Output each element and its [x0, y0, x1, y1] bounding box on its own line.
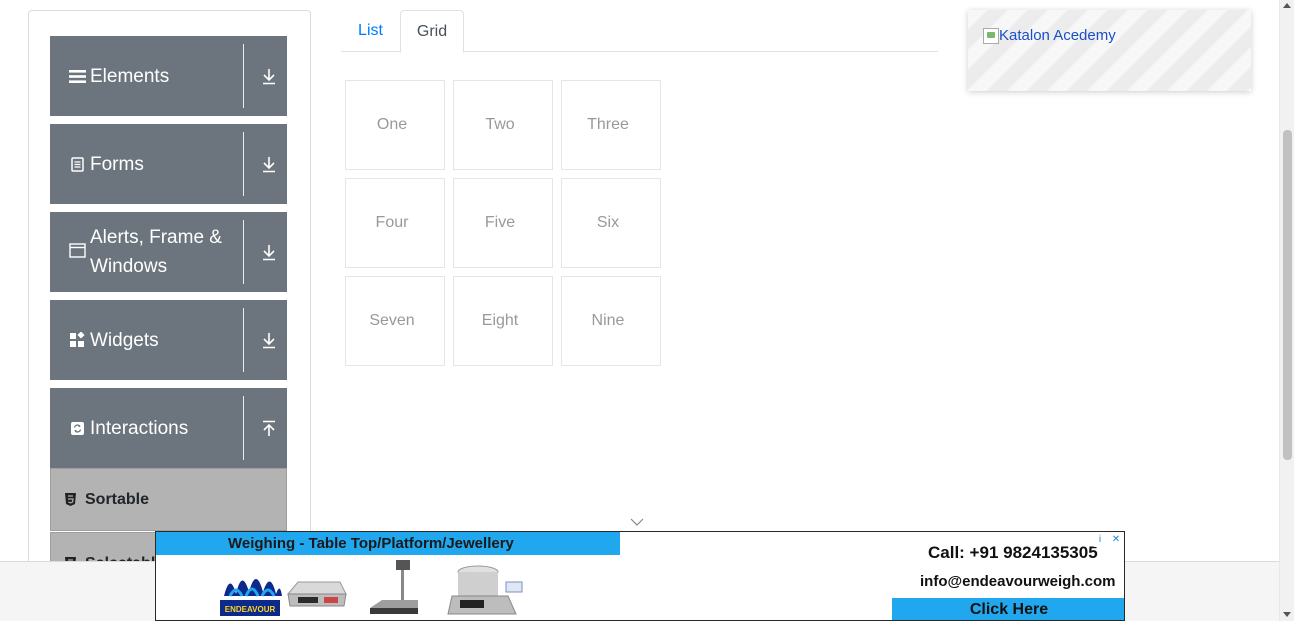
- grid-item[interactable]: Two: [453, 80, 553, 170]
- grid-item[interactable]: Five: [453, 178, 553, 268]
- jewellery-scale-image: [446, 558, 526, 620]
- tab-bar: List Grid: [341, 10, 938, 53]
- grid-item[interactable]: Nine: [561, 276, 661, 366]
- katalon-alt-text: Katalon Acedemy: [999, 27, 1116, 44]
- table-scale-image: [284, 572, 348, 612]
- katalon-ad-link[interactable]: Katalon Acedemy: [983, 27, 1116, 44]
- banner-click-here-button[interactable]: Click Here: [892, 598, 1124, 620]
- divider: [243, 308, 244, 372]
- upload-arrow-icon[interactable]: [258, 388, 280, 468]
- submenu-item-sortable[interactable]: Sortable: [50, 468, 287, 531]
- divider: [243, 132, 244, 196]
- tab-grid[interactable]: Grid: [400, 10, 464, 53]
- divider: [243, 220, 244, 284]
- document-icon: [66, 156, 88, 172]
- group-alerts-frame-windows[interactable]: Alerts, Frame & Windows: [50, 212, 287, 292]
- divider: [243, 44, 244, 108]
- download-arrow-icon[interactable]: [258, 124, 280, 204]
- group-label: Interactions: [90, 417, 189, 439]
- group-label: Forms: [90, 153, 144, 175]
- grid-item[interactable]: Three: [561, 80, 661, 170]
- platform-scale-image: [366, 556, 422, 620]
- group-label: Alerts, Frame & Windows: [90, 227, 222, 277]
- accordion-panel: Elements Forms Alerts, Frame & Windows W…: [28, 10, 311, 570]
- page-scrollbar[interactable]: [1279, 0, 1294, 621]
- menu-icon: [66, 69, 88, 84]
- endeavour-logo: ENDEAVOUR: [216, 562, 286, 620]
- chevron-down-icon[interactable]: [630, 514, 644, 526]
- grid-item[interactable]: Four: [345, 178, 445, 268]
- download-arrow-icon[interactable]: [258, 300, 280, 380]
- scroll-up-icon[interactable]: [1283, 3, 1291, 8]
- group-label: Widgets: [90, 329, 159, 351]
- group-elements[interactable]: Elements: [50, 36, 287, 116]
- window-icon: [66, 243, 88, 258]
- divider: [243, 396, 244, 460]
- submenu-label: Sortable: [85, 490, 150, 508]
- grid-item[interactable]: Eight: [453, 276, 553, 366]
- banner-phone: Call: +91 9824135305: [928, 543, 1098, 562]
- banner-headline: Weighing - Table Top/Platform/Jewellery: [156, 532, 620, 555]
- katalon-ad[interactable]: Katalon Acedemy: [968, 10, 1251, 91]
- tab-list[interactable]: List: [341, 10, 400, 52]
- banner-email: info@endeavourweigh.com: [920, 573, 1116, 590]
- html5-icon: [65, 493, 79, 506]
- group-widgets[interactable]: Widgets: [50, 300, 287, 380]
- scroll-thumb[interactable]: [1283, 130, 1292, 460]
- scroll-down-icon[interactable]: [1283, 612, 1291, 617]
- group-forms[interactable]: Forms: [50, 124, 287, 204]
- group-interactions[interactable]: Interactions: [50, 388, 287, 468]
- grid-item[interactable]: Six: [561, 178, 661, 268]
- ad-badges: i ✕: [1093, 533, 1123, 547]
- sortable-grid: One Two Three Four Five Six Seven Eight …: [345, 80, 665, 370]
- broken-image-icon: [983, 27, 999, 44]
- widgets-icon: [66, 332, 88, 348]
- banner-ad[interactable]: Weighing - Table Top/Platform/Jewellery …: [155, 531, 1125, 621]
- refresh-icon: [66, 421, 88, 436]
- brand-text: ENDEAVOUR: [225, 605, 276, 614]
- grid-item[interactable]: One: [345, 80, 445, 170]
- ad-close-icon[interactable]: ✕: [1109, 533, 1123, 547]
- download-arrow-icon[interactable]: [258, 212, 280, 292]
- download-arrow-icon[interactable]: [258, 36, 280, 116]
- ad-info-icon[interactable]: i: [1093, 533, 1107, 547]
- grid-item[interactable]: Seven: [345, 276, 445, 366]
- group-label: Elements: [90, 65, 170, 87]
